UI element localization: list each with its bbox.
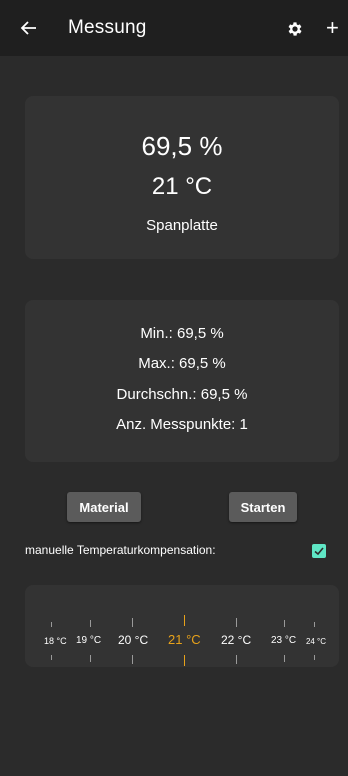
tick-mark — [314, 655, 315, 660]
tick-mark — [284, 620, 285, 627]
temperature-picker[interactable] — [25, 585, 339, 667]
temp-option-21-selected[interactable]: 21 °C — [168, 632, 201, 647]
measurement-card: 69,5 % 21 °C Spanplatte — [25, 96, 339, 259]
tick-mark — [132, 655, 133, 664]
tick-mark — [90, 655, 91, 662]
tick-mark-selected — [184, 655, 185, 666]
temperature-value: 21 °C — [151, 173, 213, 200]
tick-mark — [132, 618, 133, 627]
stat-average: Durchschn.: 69,5 % — [116, 386, 248, 403]
temperature-compensation-label: manuelle Temperaturkompensation: — [25, 543, 216, 557]
temp-option-23[interactable]: 23 °C — [271, 635, 296, 646]
tick-mark — [90, 620, 91, 627]
stat-max: Max.: 69,5 % — [138, 355, 226, 372]
tick-mark — [284, 655, 285, 662]
page-title: Messung — [68, 17, 147, 38]
tick-mark — [51, 622, 52, 627]
temp-option-19[interactable]: 19 °C — [76, 635, 101, 646]
material-name: Spanplatte — [146, 217, 218, 234]
stat-min: Min.: 69,5 % — [140, 325, 224, 342]
statistics-card: Min.: 69,5 % Max.: 69,5 % Durchschn.: 69… — [25, 300, 339, 462]
moisture-value: 69,5 % — [141, 131, 223, 161]
tick-mark-selected — [184, 615, 185, 626]
temp-option-22[interactable]: 22 °C — [221, 633, 251, 647]
start-button[interactable]: Starten — [229, 492, 297, 522]
back-arrow-icon[interactable] — [20, 16, 44, 40]
gear-icon[interactable] — [286, 20, 304, 38]
temp-option-18[interactable]: 18 °C — [44, 636, 67, 646]
app-bar: Messung + — [0, 0, 348, 56]
tick-mark — [236, 655, 237, 664]
temp-option-20[interactable]: 20 °C — [118, 633, 148, 647]
tick-mark — [236, 618, 237, 627]
material-button[interactable]: Material — [67, 492, 141, 522]
stat-count: Anz. Messpunkte: 1 — [116, 416, 248, 433]
add-plus-icon[interactable]: + — [326, 15, 339, 41]
tick-mark — [314, 622, 315, 627]
tick-mark — [51, 655, 52, 660]
temp-option-24[interactable]: 24 °C — [305, 637, 327, 646]
temperature-compensation-checkbox[interactable] — [312, 544, 326, 558]
